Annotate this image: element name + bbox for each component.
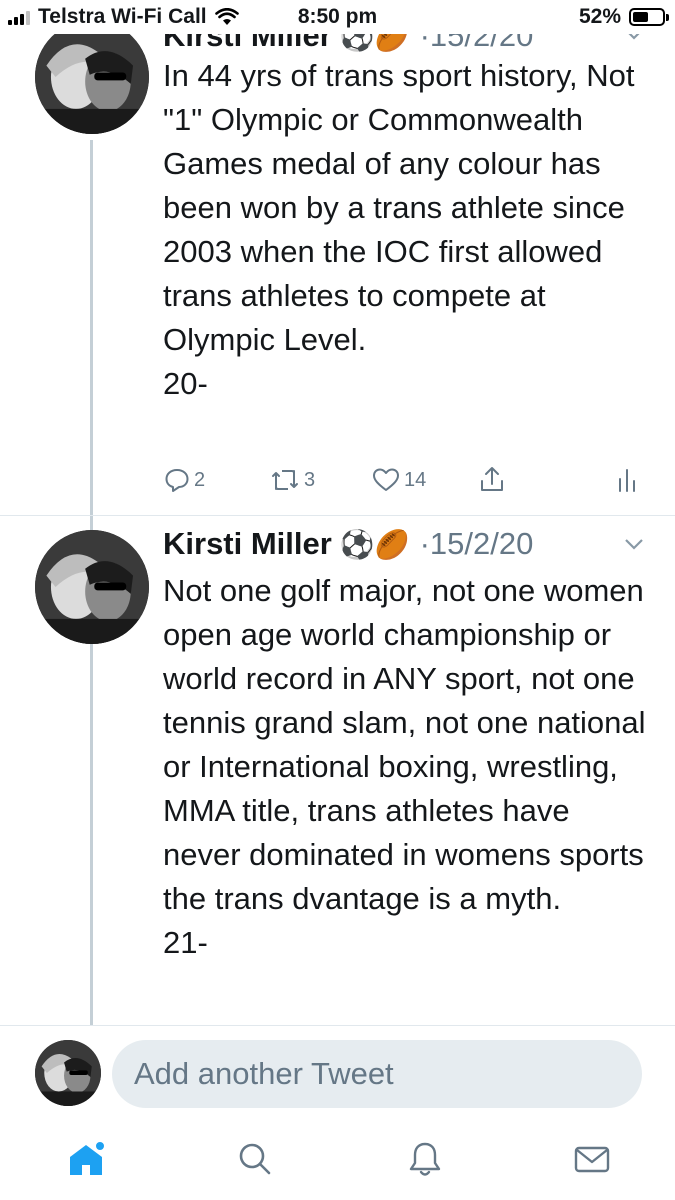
tweet-date[interactable]: ·15/2/20 bbox=[420, 526, 534, 562]
reply-count: 2 bbox=[194, 468, 206, 491]
twitter-thread-screen: Kirsti Miller ⚽🏉 ·15/2/20 Telstra Wi-Fi … bbox=[0, 0, 675, 1200]
clock: 8:50 pm bbox=[297, 5, 378, 28]
compose-divider bbox=[0, 1025, 675, 1026]
profile-photo-icon bbox=[35, 1040, 101, 1106]
avatar[interactable] bbox=[35, 20, 149, 134]
tweet-text: Not one golf major, not one women open a… bbox=[163, 569, 653, 965]
tweet-body: In 44 yrs of trans sport history, Not "1… bbox=[163, 58, 635, 357]
avatar[interactable] bbox=[35, 530, 149, 644]
share-button[interactable] bbox=[479, 465, 505, 493]
add-tweet-input[interactable]: Add another Tweet bbox=[112, 1040, 642, 1108]
battery-icon bbox=[629, 8, 669, 26]
messages-icon bbox=[574, 1146, 610, 1173]
profile-photo-icon bbox=[35, 530, 149, 644]
share-icon bbox=[481, 467, 503, 491]
search-icon bbox=[239, 1143, 271, 1175]
tab-notifications[interactable] bbox=[400, 1134, 450, 1184]
retweet-icon bbox=[272, 470, 298, 490]
tab-messages[interactable] bbox=[567, 1134, 617, 1184]
author-name[interactable]: Kirsti Miller bbox=[163, 526, 332, 562]
tweet-header: Kirsti Miller ⚽🏉 ·15/2/20 bbox=[163, 526, 533, 562]
status-bar: Telstra Wi-Fi Call 8:50 pm 52% bbox=[0, 0, 675, 34]
tab-search[interactable] bbox=[230, 1134, 280, 1184]
tweet-actions: 2 3 14 bbox=[0, 455, 675, 505]
analytics-icon bbox=[619, 469, 635, 492]
reply-button[interactable]: 2 bbox=[164, 467, 205, 493]
notifications-icon bbox=[409, 1142, 441, 1176]
tweet-text: In 44 yrs of trans sport history, Not "1… bbox=[163, 54, 653, 406]
heart-icon bbox=[373, 468, 399, 491]
profile-photo-icon bbox=[35, 20, 149, 134]
retweet-button[interactable]: 3 bbox=[270, 467, 315, 493]
avatar[interactable] bbox=[35, 1040, 101, 1106]
tab-home[interactable] bbox=[61, 1134, 111, 1184]
chevron-down-icon[interactable] bbox=[624, 538, 644, 550]
thread-counter: 21- bbox=[163, 925, 208, 960]
analytics-button[interactable] bbox=[617, 467, 637, 493]
tweet-divider bbox=[0, 515, 675, 516]
like-button[interactable]: 14 bbox=[372, 467, 426, 493]
tweet-body: Not one golf major, not one women open a… bbox=[163, 573, 646, 916]
home-icon bbox=[70, 1140, 106, 1175]
battery-percent: 52% bbox=[578, 5, 621, 28]
retweet-count: 3 bbox=[304, 468, 316, 491]
like-count: 14 bbox=[404, 468, 427, 491]
thread-counter: 20- bbox=[163, 366, 208, 401]
emoji-badge: ⚽🏉 bbox=[339, 527, 410, 561]
reply-icon bbox=[165, 469, 189, 492]
